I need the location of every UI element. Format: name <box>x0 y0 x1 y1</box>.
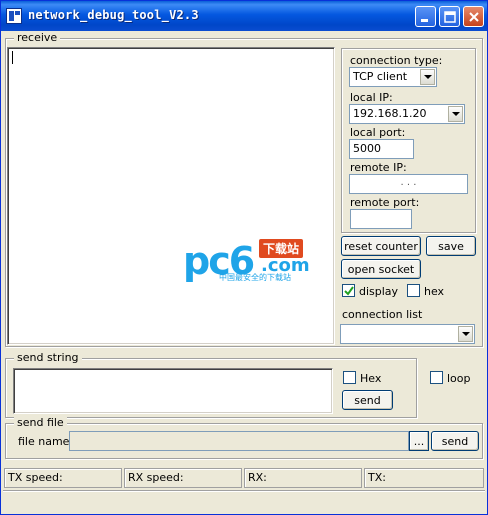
local-port-input[interactable]: 5000 <box>349 139 414 159</box>
send-string-group-label: send string <box>14 351 82 364</box>
connection-list-select[interactable] <box>340 324 475 344</box>
title-bar[interactable]: network_debug_tool_V2.3 <box>1 1 487 31</box>
app-icon <box>6 8 22 24</box>
reset-counter-button[interactable]: reset counter <box>341 236 421 256</box>
local-ip-label: local IP: <box>350 91 393 104</box>
receive-textarea[interactable] <box>7 47 335 345</box>
window-title: network_debug_tool_V2.3 <box>28 8 199 22</box>
text-caret <box>12 51 13 64</box>
chevron-down-icon[interactable] <box>458 326 473 342</box>
loop-label: loop <box>447 372 471 385</box>
tx-status: TX: <box>364 468 484 488</box>
local-ip-select[interactable]: 192.168.1.20 <box>349 104 465 124</box>
checkmark-icon <box>344 286 354 296</box>
display-label: display <box>359 285 399 298</box>
minimize-icon <box>421 19 428 22</box>
display-checkbox[interactable] <box>342 284 355 297</box>
connection-type-value: TCP client <box>353 70 408 83</box>
chevron-down-icon[interactable] <box>420 69 435 85</box>
send-string-textarea[interactable] <box>13 368 333 414</box>
send-hex-checkbox[interactable] <box>343 371 356 384</box>
rx-status: RX: <box>244 468 362 488</box>
connection-list-label: connection list <box>342 308 423 321</box>
open-socket-button[interactable]: open socket <box>341 259 421 279</box>
maximize-button[interactable] <box>439 6 460 27</box>
close-button[interactable] <box>463 6 484 27</box>
remote-ip-input[interactable]: . . . <box>349 174 468 194</box>
receive-group-label: receive <box>14 31 61 44</box>
file-name-input[interactable] <box>69 431 409 451</box>
watermark-subtitle: 中国最安全的下载站 <box>219 273 291 282</box>
file-name-label: file name <box>18 435 70 448</box>
loop-checkbox[interactable] <box>430 371 443 384</box>
remote-port-label: remote port: <box>350 196 420 209</box>
maximize-icon <box>444 11 456 23</box>
send-file-group-label: send file <box>14 416 67 429</box>
remote-ip-label: remote IP: <box>350 161 407 174</box>
chevron-down-icon[interactable] <box>448 106 463 122</box>
minimize-button[interactable] <box>415 6 436 27</box>
tx-speed-status: TX speed: <box>4 468 122 488</box>
app-window: network_debug_tool_V2.3 receive pc6 下载站 … <box>0 0 488 515</box>
rx-speed-status: RX speed: <box>124 468 242 488</box>
status-bar <box>3 490 485 512</box>
browse-button[interactable]: ... <box>409 431 429 451</box>
send-file-button[interactable]: send <box>431 431 479 451</box>
save-button[interactable]: save <box>426 236 476 256</box>
hex-label: hex <box>424 285 445 298</box>
send-string-button[interactable]: send <box>342 390 393 410</box>
hex-checkbox[interactable] <box>407 284 420 297</box>
connection-type-label: connection type: <box>350 54 443 67</box>
connection-type-select[interactable]: TCP client <box>349 67 437 87</box>
send-hex-label: Hex <box>360 372 382 385</box>
close-icon <box>469 12 479 22</box>
remote-port-input[interactable] <box>350 209 412 229</box>
local-ip-value: 192.168.1.20 <box>353 107 427 120</box>
local-port-label: local port: <box>350 126 406 139</box>
